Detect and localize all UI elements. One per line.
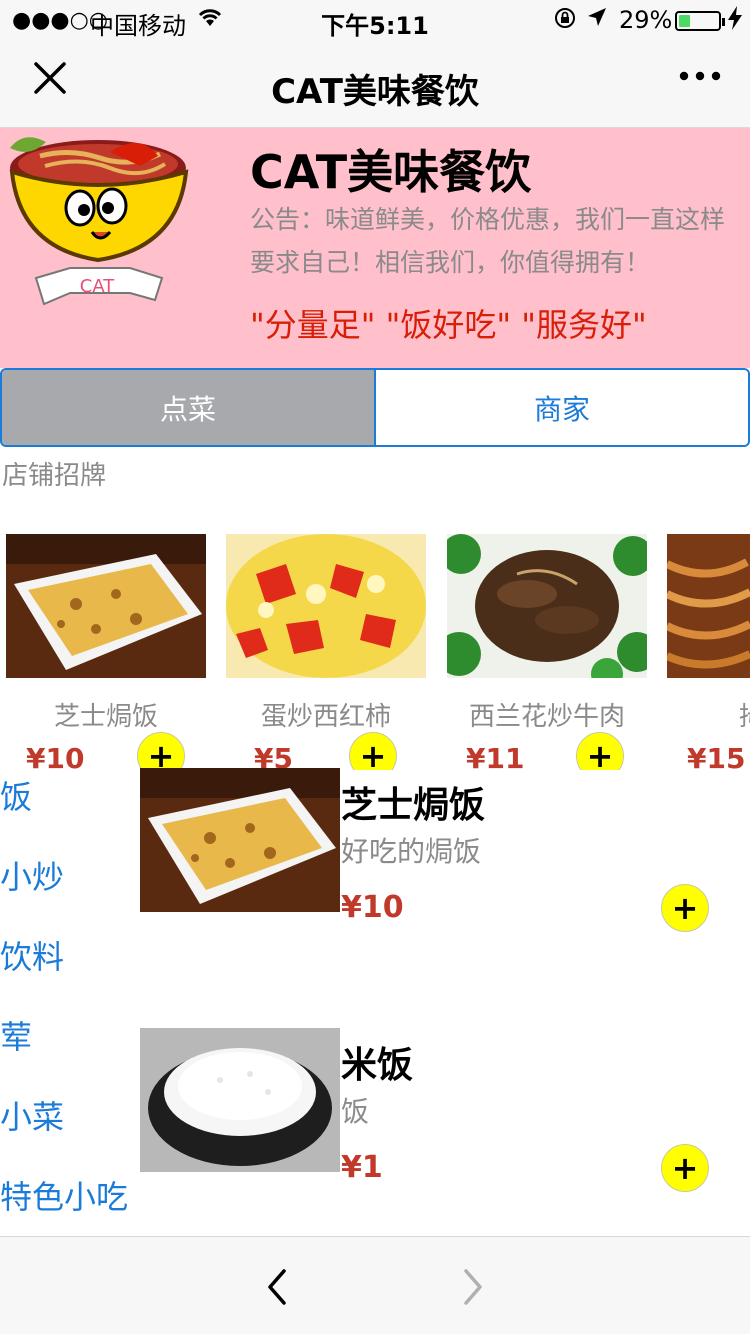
featured-item[interactable]: 芝士焗饭 ¥10 + xyxy=(6,534,206,770)
menu-item-desc: 好吃的焗饭 xyxy=(341,835,482,868)
chevron-left-icon xyxy=(268,1269,286,1305)
forward-button[interactable] xyxy=(458,1267,488,1307)
chevron-right-icon xyxy=(464,1269,482,1305)
featured-item-price: ¥5 xyxy=(254,742,293,770)
featured-title: 店铺招牌 xyxy=(2,461,107,491)
rotation-lock-icon xyxy=(553,6,577,36)
menu-item-price: ¥1 xyxy=(341,1150,383,1185)
browser-toolbar xyxy=(0,1236,750,1334)
featured-item-name: 西兰花炒牛肉 xyxy=(468,702,625,732)
featured-item-name: 蛋炒西红柿 xyxy=(260,702,391,732)
menu-item-image[interactable] xyxy=(140,768,340,912)
category-rice[interactable]: 饭 xyxy=(0,772,32,818)
add-to-cart-button[interactable]: + xyxy=(349,732,397,770)
more-menu-button[interactable] xyxy=(678,56,722,105)
plus-icon: + xyxy=(671,1149,699,1187)
more-icon xyxy=(679,71,721,81)
featured-carousel[interactable]: 芝士焗饭 ¥10 + 蛋炒西红柿 ¥5 + 西兰花炒牛肉 ¥11 + ¥15 xyxy=(0,534,750,770)
add-to-cart-button[interactable]: + xyxy=(661,884,709,932)
plus-icon: + xyxy=(586,737,614,770)
menu-item-image[interactable] xyxy=(140,1028,340,1172)
featured-item-price: ¥10 xyxy=(26,742,85,770)
add-to-cart-button[interactable]: + xyxy=(576,732,624,770)
plus-icon: + xyxy=(147,737,175,770)
featured-item-price: ¥11 xyxy=(466,742,525,770)
page-title: CAT美味餐饮 xyxy=(271,72,479,112)
charging-icon xyxy=(728,6,742,36)
add-to-cart-button[interactable]: + xyxy=(137,732,185,770)
menu-item-name: 米饭 xyxy=(341,1045,414,1086)
plus-icon: + xyxy=(671,889,699,927)
back-button[interactable] xyxy=(262,1267,292,1307)
category-drinks[interactable]: 饮料 xyxy=(0,932,64,978)
plus-icon: + xyxy=(359,737,387,770)
logo-text: CAT xyxy=(80,276,115,297)
category-stir-fry[interactable]: 小炒 xyxy=(0,852,64,898)
category-side-dishes[interactable]: 小菜 xyxy=(0,1092,64,1138)
add-to-cart-button[interactable]: + xyxy=(661,1144,709,1192)
location-icon xyxy=(586,6,608,34)
shop-logo: CAT xyxy=(0,128,200,318)
battery-icon xyxy=(675,11,725,31)
menu-item-name: 芝士焗饭 xyxy=(341,785,486,826)
featured-item-name: 芝士焗饭 xyxy=(53,702,158,732)
featured-item[interactable]: 蛋炒西红柿 ¥5 + xyxy=(226,534,426,770)
category-meat[interactable]: 荤 xyxy=(0,1012,32,1058)
tab-merchant[interactable]: 商家 xyxy=(376,370,748,445)
menu-item-price: ¥10 xyxy=(341,890,404,925)
featured-item[interactable]: 西兰花炒牛肉 ¥11 + xyxy=(447,534,647,770)
food-image xyxy=(667,534,750,678)
tab-order[interactable]: 点菜 xyxy=(2,370,376,445)
tab-bar: 点菜 商家 xyxy=(0,368,750,447)
nav-bar: CAT美味餐饮 xyxy=(0,40,750,128)
menu-item-desc: 饭 xyxy=(341,1095,370,1128)
battery-percent: 29% xyxy=(619,6,673,34)
category-snacks[interactable]: 特色小吃 xyxy=(0,1172,128,1218)
shop-notice: 公告：味道鲜美，价格优惠，我们一直这样要求自己！相信我们，你值得拥有！ xyxy=(250,205,726,277)
food-image xyxy=(447,534,647,678)
food-image xyxy=(226,534,426,678)
featured-item[interactable]: 拇 ¥15 xyxy=(667,534,750,770)
shop-banner: CAT CAT美味餐饮 公告：味道鲜美，价格优惠，我们一直这样要求自己！相信我们… xyxy=(0,128,750,368)
featured-item-name: 拇 xyxy=(667,696,750,733)
shop-slogan: "分量足" "饭好吃" "服务好" xyxy=(250,306,647,344)
shop-name: CAT美味餐饮 xyxy=(250,145,532,199)
food-image xyxy=(6,534,206,678)
featured-item-price: ¥15 xyxy=(687,742,746,770)
status-bar: ●●●○○ 中国移动 下午5:11 29% xyxy=(0,0,750,40)
